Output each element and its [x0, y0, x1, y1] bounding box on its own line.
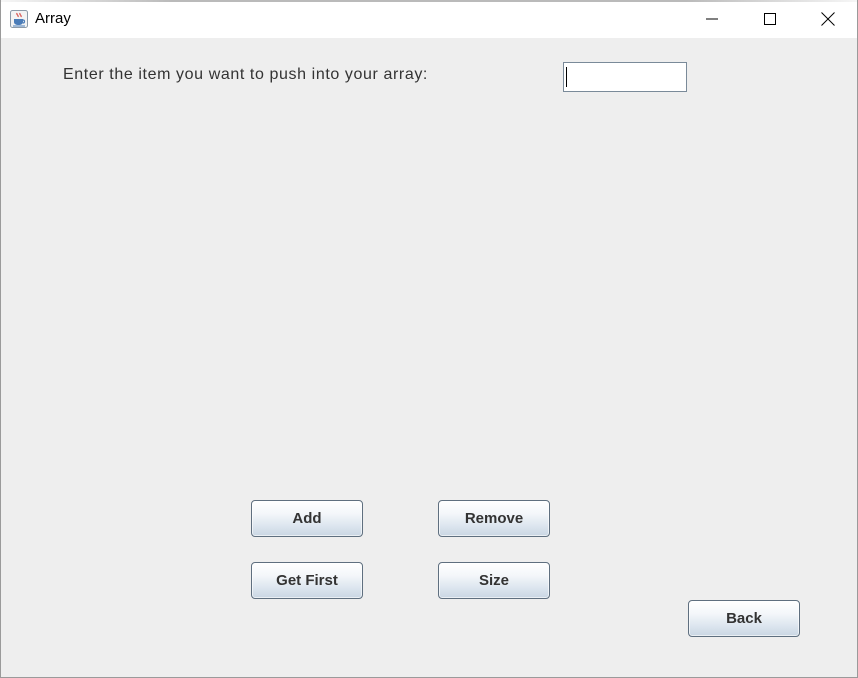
array-window: Array Enter the item you want to push in… — [0, 0, 858, 678]
close-icon — [821, 12, 835, 26]
title-bar[interactable]: Array — [1, 0, 857, 38]
size-button[interactable]: Size — [438, 562, 550, 599]
back-button[interactable]: Back — [688, 600, 800, 637]
close-button[interactable] — [799, 0, 857, 38]
maximize-icon — [764, 13, 776, 25]
add-button[interactable]: Add — [251, 500, 363, 537]
get-first-button[interactable]: Get First — [251, 562, 363, 599]
content-panel: Enter the item you want to push into you… — [1, 38, 857, 677]
push-item-prompt-label: Enter the item you want to push into you… — [63, 66, 428, 83]
item-input[interactable] — [563, 62, 687, 92]
java-cup-icon — [10, 10, 28, 28]
maximize-button[interactable] — [741, 0, 799, 38]
minimize-icon — [706, 13, 718, 25]
minimize-button[interactable] — [683, 0, 741, 38]
text-caret — [566, 67, 567, 87]
window-title: Array — [35, 10, 71, 27]
remove-button[interactable]: Remove — [438, 500, 550, 537]
